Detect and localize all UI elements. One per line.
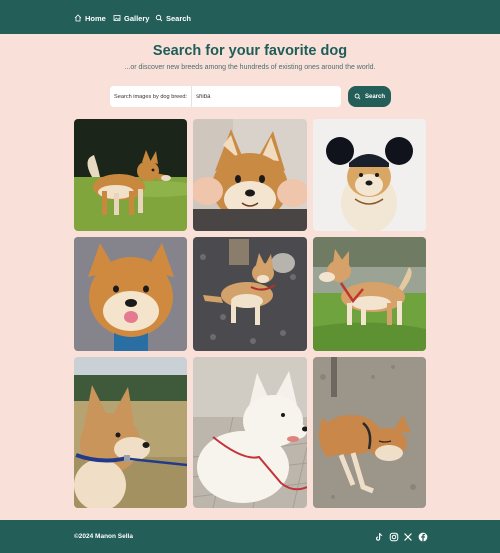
tiktok-icon[interactable] [374, 532, 384, 542]
gallery-image-shiba-face-squeezed[interactable] [193, 119, 307, 231]
gallery-image-shiba-blue-collar-field[interactable] [74, 357, 187, 508]
search-form: Search images by dog breed: [110, 86, 341, 107]
gallery-image-white-shiba-red-leash[interactable] [193, 357, 307, 508]
nav-search-label: Search [166, 13, 192, 23]
gallery-image-shiba-sleeping-ground[interactable] [313, 357, 426, 508]
search-icon [155, 14, 163, 22]
gallery-image-shiba-red-harness-grass[interactable] [313, 237, 426, 351]
x-icon[interactable] [403, 532, 413, 542]
facebook-icon[interactable] [418, 532, 428, 542]
copyright-text: ©2024 Manon Sella [74, 533, 133, 540]
search-input[interactable] [192, 86, 333, 107]
nav-gallery-link[interactable]: Gallery [113, 12, 149, 24]
page-title: Search for your favorite dog [152, 43, 348, 59]
gallery-icon [113, 15, 121, 21]
home-icon [74, 14, 82, 22]
search-label: Search images by dog breed: [110, 86, 193, 107]
search-icon [354, 93, 361, 100]
instagram-icon[interactable] [389, 532, 399, 542]
search-button-label: Search [364, 93, 385, 100]
page-subtitle: ...or discover new breeds among the hund… [124, 64, 376, 71]
gallery-image-shiba-mouse-ears-hat[interactable] [313, 119, 426, 231]
nav-search-link[interactable]: Search [155, 12, 191, 24]
navbar: Home Gallery Search [0, 0, 500, 34]
nav-gallery-label: Gallery [124, 13, 150, 23]
gallery-image-shiba-lying-gravel[interactable] [193, 237, 307, 351]
search-button[interactable]: Search [348, 86, 391, 107]
nav-home-link[interactable]: Home [74, 12, 106, 24]
gallery-image-shiba-smiling-closeup[interactable] [74, 237, 187, 351]
nav-home-label: Home [85, 13, 106, 23]
gallery-image-shiba-standing-grass[interactable] [74, 119, 187, 231]
footer: ©2024 Manon Sella [0, 520, 500, 553]
